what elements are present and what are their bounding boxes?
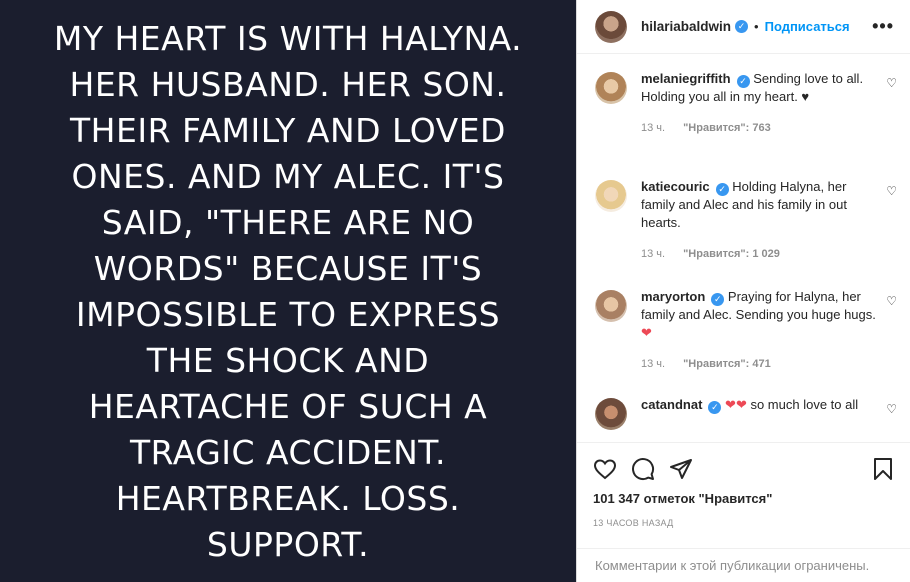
- post-actions-section: 101 347 отметок "Нравится" 13 ЧАСОВ НАЗА…: [577, 442, 910, 528]
- avatar[interactable]: [595, 10, 627, 43]
- verified-icon: ✓: [711, 293, 725, 306]
- post-text-line: WORDS" BECAUSE IT'S: [93, 249, 483, 288]
- verified-icon: ✓: [708, 401, 722, 414]
- share-icon[interactable]: [669, 457, 693, 481]
- comment-likes[interactable]: "Нравится": 763: [683, 122, 771, 134]
- comment-username[interactable]: catandnat: [641, 397, 702, 412]
- avatar[interactable]: [595, 72, 627, 104]
- avatar[interactable]: [595, 398, 627, 430]
- comment-text: melaniegriffith ✓ Sending love to all. Ho…: [641, 70, 877, 106]
- post-text-line: THEIR FAMILY AND LOVED: [70, 111, 506, 150]
- comment-icon[interactable]: [631, 457, 655, 481]
- comment-text: maryorton ✓ Praying for Halyna, her famil…: [641, 288, 877, 342]
- comment-username[interactable]: melaniegriffith: [641, 71, 731, 86]
- heart-emoji: ❤: [735, 397, 747, 412]
- avatar[interactable]: [595, 290, 627, 322]
- more-options-icon[interactable]: •••: [872, 16, 894, 37]
- comment-text: catandnat ✓ ❤❤ so much love to all: [641, 396, 877, 414]
- likes-count[interactable]: 101 347 отметок "Нравится": [577, 491, 910, 506]
- avatar[interactable]: [595, 180, 627, 212]
- comment-likes[interactable]: "Нравится": 1 029: [683, 248, 780, 260]
- author-username[interactable]: hilariabaldwin: [641, 19, 731, 34]
- comment-meta: 13 ч. "Нравится": 471: [641, 358, 877, 370]
- comment-item: catandnat ✓ ❤❤ so much love to all ♡: [577, 396, 910, 442]
- verified-icon: ✓: [715, 183, 729, 196]
- comment-list[interactable]: melaniegriffith ✓ Sending love to all. Ho…: [577, 70, 910, 442]
- post-sidebar: hilariabaldwin ✓ • Подписаться ••• melan…: [576, 0, 910, 582]
- post-timestamp[interactable]: 13 ЧАСОВ НАЗАД: [577, 518, 910, 528]
- comment-time[interactable]: 13 ч.: [641, 122, 665, 134]
- comment-time[interactable]: 13 ч.: [641, 358, 665, 370]
- comment-meta: 13 ч. "Нравится": 763: [641, 122, 877, 134]
- post-image[interactable]: MY HEART IS WITH HALYNA. HER HUSBAND. HE…: [0, 0, 576, 582]
- verified-icon: ✓: [736, 75, 750, 88]
- post-text-line: HEARTACHE OF SUCH A: [88, 387, 488, 426]
- comment-text: katiecouric ✓ Holding Halyna, her family …: [641, 178, 877, 232]
- post-header: hilariabaldwin ✓ • Подписаться •••: [577, 0, 910, 54]
- comment-likes[interactable]: "Нравится": 471: [683, 358, 771, 370]
- comment-body: so much love to all: [750, 397, 859, 412]
- like-heart-icon[interactable]: ♡: [886, 294, 897, 308]
- like-heart-icon[interactable]: ♡: [886, 76, 897, 90]
- comment-time[interactable]: 13 ч.: [641, 248, 665, 260]
- verified-icon: ✓: [735, 20, 749, 33]
- post-text-line: SUPPORT.: [206, 525, 370, 564]
- post-image-text: MY HEART IS WITH HALYNA. HER HUSBAND. HE…: [18, 16, 558, 568]
- post-text-line: THE SHOCK AND: [146, 341, 430, 380]
- post-text-line: HER HUSBAND. HER SON.: [69, 65, 507, 104]
- post-text-line: IMPOSSIBLE TO EXPRESS: [75, 295, 501, 334]
- red-heart-emoji: ❤: [641, 325, 652, 340]
- post-text-line: SAID, "THERE ARE NO: [101, 203, 475, 242]
- follow-button[interactable]: Подписаться: [765, 19, 850, 34]
- like-heart-icon[interactable]: ♡: [886, 184, 897, 198]
- post-text-line: MY HEART IS WITH HALYNA.: [53, 19, 523, 58]
- comment-item: katiecouric ✓ Holding Halyna, her family …: [577, 178, 910, 288]
- like-heart-icon[interactable]: [593, 457, 617, 481]
- bookmark-icon[interactable]: [871, 457, 895, 481]
- separator-dot: •: [754, 19, 759, 34]
- post-text-line: ONES. AND MY ALEC. IT'S: [71, 157, 505, 196]
- comment-username[interactable]: maryorton: [641, 289, 705, 304]
- comment-meta: 13 ч. "Нравится": 1 029: [641, 248, 877, 260]
- comments-disabled-notice: Комментарии к этой публикации ограничены…: [577, 548, 910, 582]
- post-text-line: HEARTBREAK. LOSS.: [115, 479, 461, 518]
- action-bar: [577, 443, 910, 495]
- post-text-line: TRAGIC ACCIDENT.: [129, 433, 447, 472]
- comment-username[interactable]: katiecouric: [641, 179, 710, 194]
- like-heart-icon[interactable]: ♡: [886, 402, 897, 416]
- comment-item: melaniegriffith ✓ Sending love to all. Ho…: [577, 70, 910, 178]
- comment-item: maryorton ✓ Praying for Halyna, her famil…: [577, 288, 910, 396]
- heart-emoji: ❤: [725, 397, 736, 412]
